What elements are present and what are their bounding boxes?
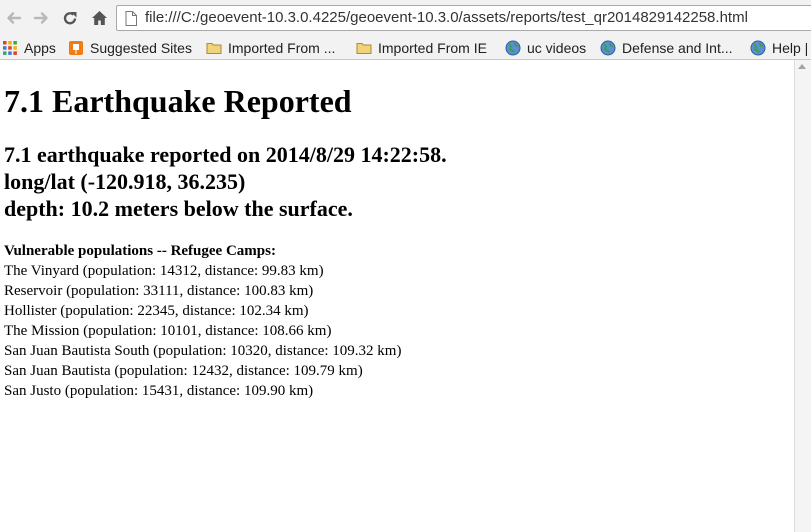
- home-button[interactable]: [88, 6, 110, 30]
- vulnerable-populations-title: Vulnerable populations -- Refugee Camps:: [4, 243, 276, 259]
- bookmark-apps[interactable]: Apps: [2, 36, 56, 59]
- reload-icon: [63, 12, 77, 25]
- quake-summary: 7.1 earthquake reported on 2014/8/29 14:…: [4, 141, 447, 222]
- forward-button[interactable]: [30, 6, 52, 30]
- bookmark-suggested-sites[interactable]: Suggested Sites: [68, 36, 192, 59]
- bookmark-label: Apps: [24, 39, 56, 56]
- bookmarks-bar: Apps Suggested Sites Imported From ... I…: [0, 36, 811, 60]
- home-icon: [91, 11, 107, 25]
- camp-item: San Justo (population: 15431, distance: …: [4, 383, 314, 399]
- bookmark-label: Imported From IE: [378, 39, 487, 56]
- bookmark-imported-from-1[interactable]: Imported From ...: [206, 36, 335, 59]
- vertical-scrollbar[interactable]: [794, 60, 811, 532]
- bookmark-uc-videos[interactable]: uc videos: [505, 36, 586, 59]
- quake-depth-line: depth: 10.2 meters below the surface.: [4, 196, 353, 221]
- folder-icon: [356, 42, 372, 54]
- forward-arrow-icon: [33, 12, 48, 24]
- bookmark-label: Help |: [772, 39, 809, 56]
- apps-grid-icon: [3, 40, 17, 55]
- vulnerable-populations: Vulnerable populations -- Refugee Camps:…: [4, 241, 401, 401]
- quake-report-line: 7.1 earthquake reported on 2014/8/29 14:…: [4, 142, 447, 167]
- page-icon: [125, 11, 137, 26]
- bookmark-imported-from-ie[interactable]: Imported From IE: [356, 36, 487, 59]
- bookmark-help[interactable]: Help |: [750, 36, 808, 59]
- reload-button[interactable]: [59, 6, 81, 30]
- page-title: 7.1 Earthquake Reported: [4, 83, 352, 119]
- camp-item: Reservoir (population: 33111, distance: …: [4, 283, 314, 299]
- back-arrow-icon: [7, 12, 22, 24]
- bookmark-label: uc videos: [527, 39, 587, 56]
- camp-item: San Juan Bautista South (population: 103…: [4, 343, 402, 359]
- bookmark-label: Imported From ...: [228, 39, 336, 56]
- camp-item: The Mission (population: 10101, distance…: [4, 323, 332, 339]
- back-button[interactable]: [3, 6, 25, 30]
- scroll-up-arrow-icon[interactable]: [798, 64, 806, 69]
- camp-item: The Vinyard (population: 14312, distance…: [4, 263, 324, 279]
- browser-toolbar: file:///C:/geoevent-10.3.0.4225/geoevent…: [0, 0, 811, 36]
- bookmark-label: Defense and Int...: [622, 39, 733, 56]
- url-text: file:///C:/geoevent-10.3.0.4225/geoevent…: [145, 9, 748, 26]
- bookmark-label: Suggested Sites: [90, 39, 192, 56]
- suggested-sites-icon: [69, 40, 83, 55]
- address-bar[interactable]: file:///C:/geoevent-10.3.0.4225/geoevent…: [116, 5, 811, 31]
- globe-icon: [600, 40, 616, 55]
- bookmark-defense-and-int[interactable]: Defense and Int...: [600, 36, 733, 59]
- camp-item: San Juan Bautista (population: 12432, di…: [4, 363, 363, 379]
- globe-icon: [505, 40, 521, 55]
- camp-item: Hollister (population: 22345, distance: …: [4, 303, 309, 319]
- globe-icon: [750, 40, 766, 55]
- folder-icon: [206, 42, 222, 54]
- quake-location-line: long/lat (-120.918, 36.235): [4, 169, 246, 194]
